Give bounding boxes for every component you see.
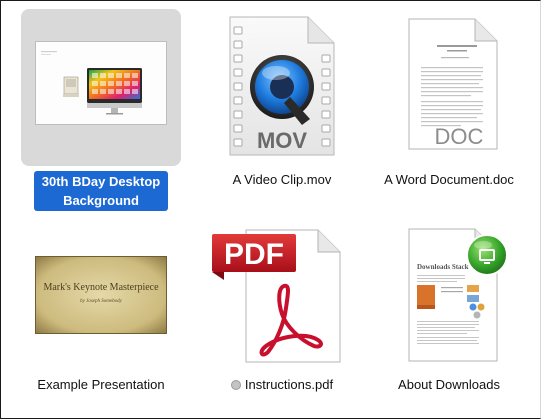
file-name-label[interactable]: Example Presentation	[16, 376, 186, 393]
file-item-30th-bday-background[interactable]: 30th BDay Desktop Background	[16, 1, 186, 211]
file-item-about-downloads[interactable]: Downloads Stack About Downloads	[364, 211, 534, 411]
mov-badge: MOV	[257, 128, 307, 153]
file-item-instructions-pdf[interactable]: PDF Instructions.pdf	[197, 211, 367, 411]
file-name-label[interactable]: A Word Document.doc	[364, 171, 534, 188]
rich-document-icon: Downloads Stack	[408, 228, 508, 362]
file-item-example-presentation[interactable]: Mark's Keynote Masterpiece by Joseph Som…	[16, 211, 186, 411]
file-name-label[interactable]: Instructions.pdf	[197, 376, 367, 393]
doc-badge: DOC	[435, 124, 484, 149]
quicktime-movie-icon: MOV	[229, 16, 335, 156]
slide-subtitle: by Joseph Somebody	[80, 299, 122, 304]
doc-title: Downloads Stack	[417, 263, 469, 271]
grey-tag-dot-icon	[230, 380, 241, 390]
pdf-badge: PDF	[224, 238, 284, 271]
finder-icon-view: 30th BDay Desktop Background MOV A Video…	[0, 0, 541, 419]
file-name-label[interactable]: About Downloads	[364, 376, 534, 393]
document-icon: DOC	[408, 18, 498, 150]
file-name-label[interactable]: A Video Clip.mov	[197, 171, 367, 188]
file-name-label[interactable]: 30th BDay Desktop Background	[16, 171, 186, 211]
file-item-word-document[interactable]: DOC A Word Document.doc	[364, 1, 534, 211]
pdf-icon: PDF	[212, 229, 341, 363]
presentation-thumbnail-icon: Mark's Keynote Masterpiece by Joseph Som…	[35, 256, 167, 334]
image-thumbnail-icon	[35, 41, 167, 125]
slide-title: Mark's Keynote Masterpiece	[43, 282, 159, 293]
file-item-video-clip[interactable]: MOV A Video Clip.mov	[197, 1, 367, 211]
